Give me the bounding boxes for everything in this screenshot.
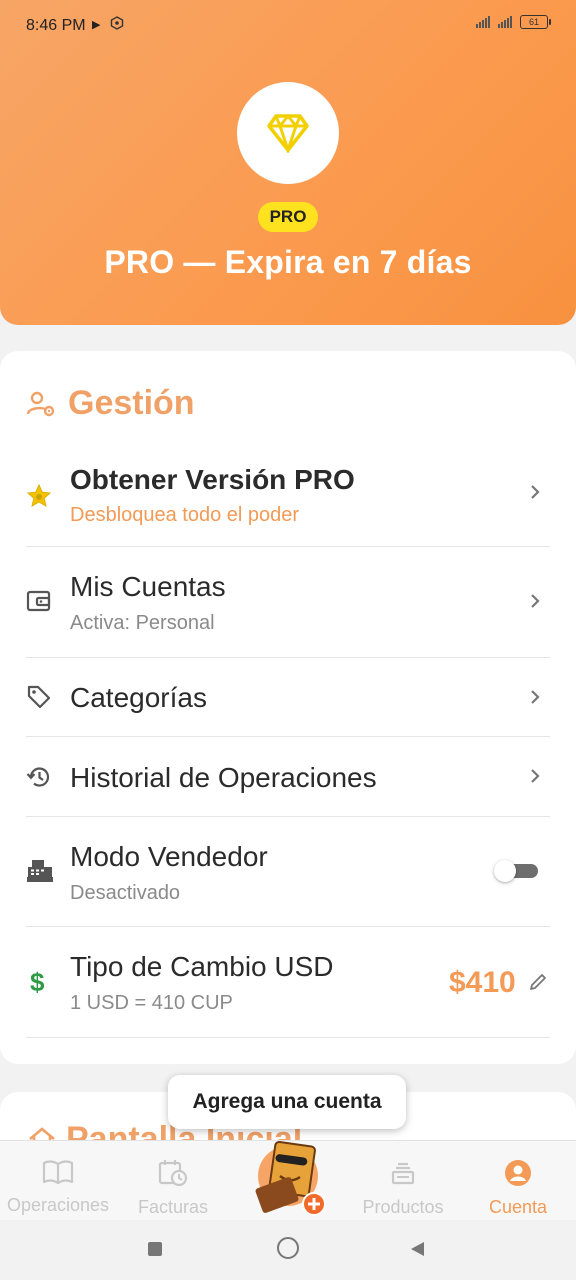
pro-diamond-avatar [237,82,339,184]
user-settings-icon [26,391,55,416]
home-button[interactable] [277,1237,299,1259]
wallet-icon [26,589,52,618]
signal-icon [476,16,490,28]
account-icon [505,1160,531,1186]
status-indicators: 61 [476,15,551,29]
dollar-icon: $ [30,967,45,997]
section-header: Gestión [26,384,195,423]
chevron-right-icon [528,482,542,507]
back-button[interactable] [408,1240,426,1263]
exchange-rate-title: Tipo de Cambio USD [70,951,334,982]
nav-label: Operaciones [6,1195,110,1215]
seller-mode-title: Modo Vendedor [70,841,268,872]
history-icon [26,764,52,795]
chevron-right-icon [528,687,542,712]
categories-title: Categorías [70,682,207,713]
nav-account[interactable]: Cuenta [478,1158,558,1218]
cash-register-icon [26,858,54,889]
play-icon: ▶ [92,19,101,31]
recent-apps-button[interactable] [148,1242,162,1256]
exchange-rate-value: $410 [449,966,516,999]
exchange-rate-subtitle: 1 USD = 410 CUP [70,992,233,1014]
edit-icon[interactable] [528,972,548,997]
get-pro-title: Obtener Versión PRO [70,464,355,495]
get-pro-row[interactable]: Obtener Versión PRO Desbloquea todo el p… [0,448,576,546]
my-accounts-row[interactable]: Mis Cuentas Activa: Personal [0,547,576,657]
divider [26,1037,550,1038]
pro-badge: PRO [258,202,318,232]
tag-icon [26,684,52,715]
nav-products[interactable]: Productos [356,1158,450,1218]
chevron-right-icon [528,766,542,791]
pro-expiry-title: PRO — Expira en 7 días [104,244,472,280]
signal-icon-2 [498,16,512,28]
section-title: Gestión [68,384,195,422]
battery-icon: 61 [520,15,551,29]
nav-label: Productos [362,1197,444,1217]
get-pro-subtitle: Desbloquea todo el poder [70,504,300,526]
diamond-icon [267,113,309,153]
nav-label: Facturas [137,1197,209,1217]
seller-mode-toggle[interactable] [494,860,538,882]
my-accounts-title: Mis Cuentas [70,571,226,602]
star-icon [26,483,52,514]
status-time: 8:46 PM [26,17,86,34]
toggle-knob [494,860,516,882]
calendar-clock-icon [158,1160,188,1187]
products-icon [391,1162,415,1185]
seller-mode-row: Modo Vendedor Desactivado [0,817,576,926]
categories-row[interactable]: Categorías [0,658,576,736]
chevron-right-icon [528,591,542,616]
status-bar: 8:46 PM ▶ 61 [0,0,576,54]
nav-operations[interactable]: Operaciones [0,1158,116,1216]
history-row[interactable]: Historial de Operaciones [0,737,576,816]
nav-label: Cuenta [488,1197,548,1217]
wallet-mascot-icon [255,1140,326,1216]
seller-mode-subtitle: Desactivado [70,882,181,904]
history-title: Historial de Operaciones [70,762,377,793]
book-icon [42,1160,74,1185]
nav-invoices[interactable]: Facturas [126,1158,220,1218]
add-account-tooltip: Agrega una cuenta [168,1075,406,1129]
notification-icon [110,16,124,33]
add-account-fab[interactable] [250,1140,330,1220]
my-accounts-subtitle: Activa: Personal [70,612,215,634]
